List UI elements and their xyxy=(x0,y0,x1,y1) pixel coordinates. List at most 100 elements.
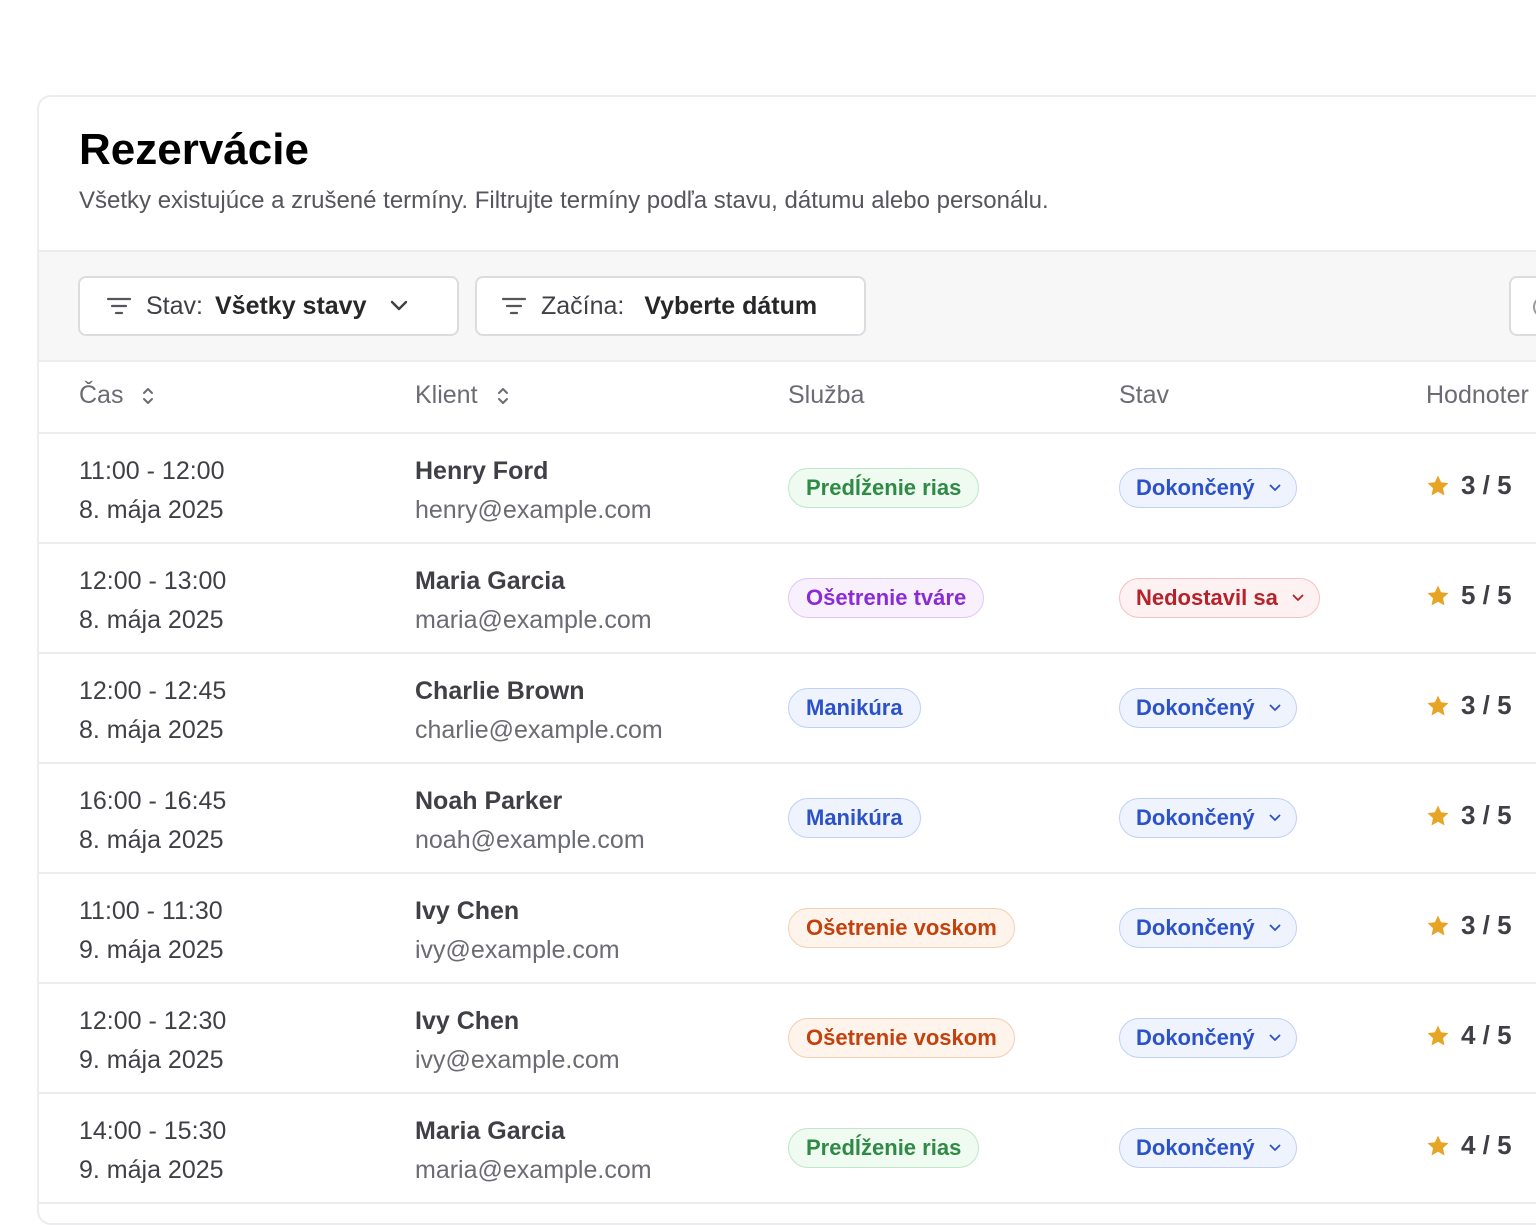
status-dropdown[interactable]: Dokončený xyxy=(1119,1018,1297,1058)
chevron-down-icon xyxy=(1269,924,1280,931)
table-row[interactable]: 11:00 - 12:00 8. mája 2025 Henry Ford henry… xyxy=(39,434,1536,544)
rating-value: 4 / 5 xyxy=(1461,1130,1512,1160)
client-email: noah@example.com xyxy=(415,826,645,854)
chevron-down-icon xyxy=(1269,814,1280,821)
time-range: 14:00 - 15:30 xyxy=(79,1117,227,1145)
column-header-status: Stav xyxy=(1119,381,1169,410)
column-header-time[interactable]: Čas xyxy=(79,381,155,410)
booking-date: 8. mája 2025 xyxy=(79,826,224,854)
rating-value: 3 / 5 xyxy=(1461,910,1512,940)
client-name: Charlie Brown xyxy=(415,677,585,705)
table-row[interactable]: 12:00 - 13:00 8. mája 2025 Maria Garcia mar… xyxy=(39,544,1536,654)
client-cell: Maria Garcia maria@example.com xyxy=(415,1112,652,1190)
time-range: 11:00 - 11:30 xyxy=(79,897,223,925)
time-range: 12:00 - 12:45 xyxy=(79,677,227,705)
filter-icon xyxy=(106,297,132,315)
star-icon xyxy=(1427,805,1449,825)
time-cell: 16:00 - 16:45 8. mája 2025 xyxy=(79,782,226,860)
time-cell: 12:00 - 12:30 9. mája 2025 xyxy=(79,1002,226,1080)
booking-date: 8. mája 2025 xyxy=(79,606,224,634)
sort-icon xyxy=(143,387,154,404)
filter-toolbar: Stav: Všetky stavy Začína: Vyberte dátum xyxy=(39,252,1536,362)
client-cell: Henry Ford henry@example.com xyxy=(415,452,652,530)
star-icon xyxy=(1427,585,1449,605)
client-email: maria@example.com xyxy=(415,1156,652,1184)
chevron-down-icon xyxy=(1269,1034,1280,1041)
client-name: Noah Parker xyxy=(415,787,563,815)
sort-icon xyxy=(497,387,508,404)
client-email: ivy@example.com xyxy=(415,936,620,964)
client-name: Maria Garcia xyxy=(415,1117,566,1145)
client-name: Maria Garcia xyxy=(415,567,566,595)
status-dropdown[interactable]: Dokončený xyxy=(1119,468,1297,508)
booking-date: 8. mája 2025 xyxy=(79,716,224,744)
status-filter-label: Stav: xyxy=(146,291,203,320)
time-range: 12:00 - 13:00 xyxy=(79,567,227,595)
status-filter-button[interactable]: Stav: Všetky stavy xyxy=(78,276,459,336)
status-label: Nedostavil sa xyxy=(1136,585,1278,610)
chevron-down-icon xyxy=(1269,704,1280,711)
client-cell: Ivy Chen ivy@example.com xyxy=(415,1002,620,1080)
client-cell: Ivy Chen ivy@example.com xyxy=(415,892,620,970)
service-badge: Ošetrenie tváre xyxy=(788,578,985,618)
service-badge: Ošetrenie voskom xyxy=(788,1018,1015,1058)
time-cell: 11:00 - 12:00 8. mája 2025 xyxy=(79,452,224,530)
client-name: Ivy Chen xyxy=(415,897,520,925)
status-label: Dokončený xyxy=(1136,1135,1255,1160)
date-filter-label: Začína: xyxy=(541,291,625,320)
table-row[interactable]: 16:00 - 16:45 8. mája 2025 Noah Parker noah… xyxy=(39,764,1536,874)
time-cell: 12:00 - 13:00 8. mája 2025 xyxy=(79,562,226,640)
table-row[interactable]: 12:00 - 12:30 9. mája 2025 Ivy Chen ivy@exa… xyxy=(39,984,1536,1094)
booking-date: 9. mája 2025 xyxy=(79,1046,224,1074)
rating-cell: 4 / 5 xyxy=(1426,1020,1512,1051)
time-range: 12:00 - 12:30 xyxy=(79,1007,227,1035)
status-filter-value: Všetky stavy xyxy=(214,291,367,320)
column-header-label: Stav xyxy=(1119,381,1170,409)
rating-cell: 3 / 5 xyxy=(1426,470,1512,501)
star-icon xyxy=(1427,475,1449,495)
rating-value: 5 / 5 xyxy=(1461,580,1512,610)
rating-cell: 4 / 5 xyxy=(1426,1130,1512,1161)
table-row[interactable]: 12:00 - 12:45 8. mája 2025 Charlie Brown ch… xyxy=(39,654,1536,764)
status-dropdown[interactable]: Dokončený xyxy=(1119,1128,1297,1168)
column-header-label: Hodnoter xyxy=(1426,381,1529,409)
date-filter-button[interactable]: Začína: Vyberte dátum xyxy=(475,276,866,336)
service-badge: Predĺženie rias xyxy=(788,1128,980,1168)
time-range: 11:00 - 12:00 xyxy=(79,457,225,485)
page-title: Rezervácie xyxy=(79,125,309,174)
status-dropdown[interactable]: Dokončený xyxy=(1119,688,1297,728)
client-cell: Noah Parker noah@example.com xyxy=(415,782,645,860)
client-name: Henry Ford xyxy=(415,457,549,485)
column-header-label: Klient xyxy=(415,381,478,409)
chevron-down-icon xyxy=(1292,594,1304,601)
chevron-down-icon xyxy=(1269,484,1280,491)
table-row[interactable]: 14:00 - 15:30 9. mája 2025 Maria Garcia mar… xyxy=(39,1094,1536,1204)
time-cell: 12:00 - 12:45 8. mája 2025 xyxy=(79,672,226,750)
chevron-down-icon xyxy=(1269,1144,1280,1151)
star-icon xyxy=(1427,695,1449,715)
client-email: ivy@example.com xyxy=(415,1046,620,1074)
page-subtitle: Všetky existujúce a zrušené termíny. Fil… xyxy=(79,187,1049,214)
time-cell: 11:00 - 11:30 9. mája 2025 xyxy=(79,892,224,970)
client-email: charlie@example.com xyxy=(415,716,663,744)
star-icon xyxy=(1427,1135,1449,1155)
status-label: Dokončený xyxy=(1136,915,1255,940)
status-dropdown[interactable]: Nedostavil sa xyxy=(1119,578,1320,618)
rating-cell: 5 / 5 xyxy=(1426,580,1512,611)
time-cell: 14:00 - 15:30 9. mája 2025 xyxy=(79,1112,226,1190)
additional-filter-button[interactable] xyxy=(1509,276,1536,336)
table-header: Čas Klient Služba Stav Hodnoter xyxy=(39,362,1536,434)
rating-cell: 3 / 5 xyxy=(1426,690,1512,721)
column-header-client[interactable]: Klient xyxy=(415,381,510,410)
status-dropdown[interactable]: Dokončený xyxy=(1119,908,1297,948)
column-header-label: Čas xyxy=(79,381,124,409)
status-label: Dokončený xyxy=(1136,805,1255,830)
service-badge: Manikúra xyxy=(788,688,921,728)
rating-cell: 3 / 5 xyxy=(1426,800,1512,831)
client-email: henry@example.com xyxy=(415,496,652,524)
table-row[interactable]: 11:00 - 11:30 9. mája 2025 Ivy Chen ivy@exa… xyxy=(39,874,1536,984)
rating-cell: 3 / 5 xyxy=(1426,910,1512,941)
column-header-rating: Hodnoter xyxy=(1426,381,1529,410)
client-name: Ivy Chen xyxy=(415,1007,520,1035)
status-dropdown[interactable]: Dokončený xyxy=(1119,798,1297,838)
